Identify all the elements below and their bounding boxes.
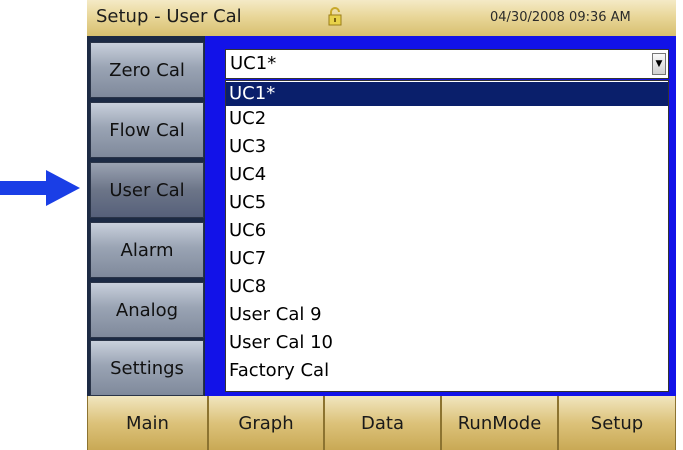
- nav-graph-label: Graph: [238, 412, 294, 434]
- page-title: Setup - User Cal: [96, 6, 242, 27]
- sidebar-item-alarm[interactable]: Alarm: [90, 222, 204, 278]
- dropdown-option-uc1[interactable]: UC1*: [226, 82, 668, 106]
- sidebar: Zero Cal Flow Cal User Cal Alarm Analog …: [87, 36, 205, 396]
- sidebar-item-zero-cal[interactable]: Zero Cal: [90, 42, 204, 98]
- nav-data-label: Data: [361, 412, 404, 434]
- nav-runmode-button[interactable]: RunMode: [441, 396, 558, 450]
- nav-graph-button[interactable]: Graph: [208, 396, 324, 450]
- sidebar-item-label: Settings: [110, 357, 184, 379]
- dropdown-option-user-cal-9[interactable]: User Cal 9: [226, 303, 668, 327]
- sidebar-item-label: User Cal: [109, 179, 185, 201]
- dropdown-option-uc3[interactable]: UC3: [226, 135, 668, 159]
- sidebar-item-label: Alarm: [120, 239, 174, 261]
- sidebar-item-settings[interactable]: Settings: [90, 340, 204, 396]
- dropdown-option-uc8[interactable]: UC8: [226, 275, 668, 299]
- title-bar: Setup - User Cal 04/30/2008 09:36 AM: [87, 0, 676, 37]
- dropdown-arrow-icon[interactable]: ▼: [652, 53, 666, 75]
- calibration-select-value: UC1*: [230, 53, 277, 74]
- nav-setup-label: Setup: [590, 412, 644, 434]
- nav-runmode-label: RunMode: [457, 412, 542, 434]
- sidebar-item-user-cal[interactable]: User Cal: [90, 162, 204, 218]
- dropdown-option-uc5[interactable]: UC5: [226, 191, 668, 215]
- nav-data-button[interactable]: Data: [324, 396, 441, 450]
- sidebar-item-label: Flow Cal: [109, 119, 185, 141]
- dropdown-option-factory-cal[interactable]: Factory Cal: [226, 359, 668, 383]
- calibration-select[interactable]: UC1* ▼: [225, 49, 669, 79]
- nav-setup-button[interactable]: Setup: [558, 396, 676, 450]
- dropdown-option-uc2[interactable]: UC2: [226, 107, 668, 131]
- dropdown-option-user-cal-10[interactable]: User Cal 10: [226, 331, 668, 355]
- dropdown-option-uc7[interactable]: UC7: [226, 247, 668, 271]
- device-screen: Setup - User Cal 04/30/2008 09:36 AM Zer…: [87, 0, 676, 450]
- calibration-dropdown-list: UC1* UC2 UC3 UC4 UC5 UC6 UC7 UC8 User Ca…: [225, 80, 669, 392]
- sidebar-item-analog[interactable]: Analog: [90, 282, 204, 338]
- sidebar-item-label: Analog: [115, 299, 179, 321]
- bottom-nav: Main Graph Data RunMode Setup: [87, 396, 676, 450]
- sidebar-item-label: Zero Cal: [109, 59, 185, 81]
- dropdown-option-uc4[interactable]: UC4: [226, 163, 668, 187]
- datetime-display: 04/30/2008 09:36 AM: [490, 10, 631, 25]
- lock-icon: [328, 7, 342, 26]
- pointer-arrow-icon: [0, 170, 80, 206]
- dropdown-option-uc6[interactable]: UC6: [226, 219, 668, 243]
- sidebar-item-flow-cal[interactable]: Flow Cal: [90, 102, 204, 158]
- nav-main-button[interactable]: Main: [87, 396, 208, 450]
- nav-main-label: Main: [126, 412, 169, 434]
